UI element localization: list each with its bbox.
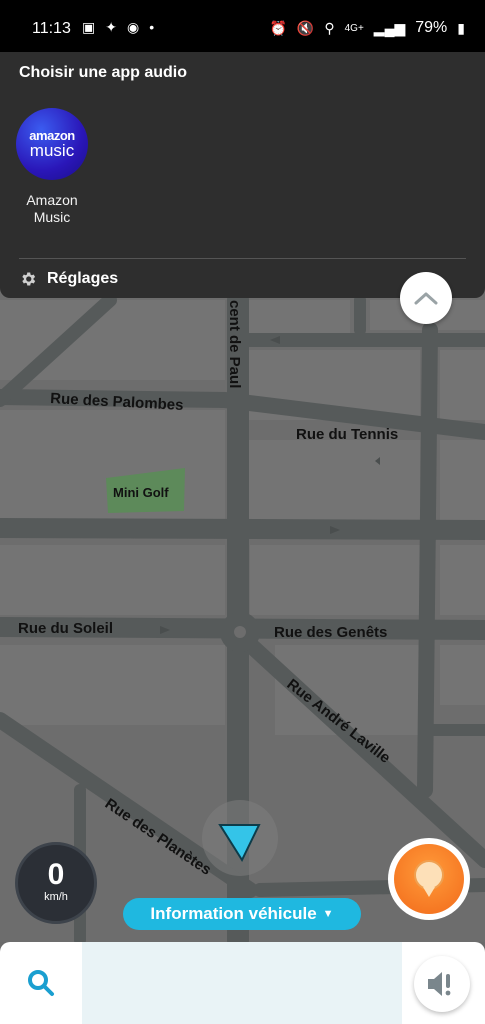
gear-icon [22,272,36,286]
speed-unit: km/h [44,891,68,903]
status-bar: 11:13 ▣ ✦ ◉ • ⏰ 🔇 ⚲ 4G+ ▂▄▆ 79% ▮ [0,0,485,52]
location-icon: ⚲ [324,19,335,36]
search-icon [28,970,54,996]
street-label: Rue du Tennis [296,426,398,443]
chevron-up-icon [414,292,438,305]
app-name-line: Amazon [26,192,78,208]
street-label: Rue du Soleil [18,620,113,637]
settings-button[interactable]: Réglages [19,270,118,288]
speaker-alert-icon [428,972,451,996]
report-pin-icon [414,860,444,897]
speedometer: 0 km/h [15,842,97,924]
app-name: Amazon Music [14,192,90,226]
logo-text: music [29,140,75,160]
bottom-bar [0,942,485,1024]
caret-down-icon: ▼ [322,908,334,920]
twitter-icon: ✦ [105,19,117,35]
report-button[interactable] [388,838,470,920]
collapse-panel-button[interactable] [400,272,452,324]
battery-icon: ▮ [457,19,465,36]
app-name-line: Music [33,209,71,225]
street-label: Rue des Genêts [274,624,387,641]
search-button[interactable] [0,942,82,1024]
notification-dot: • [149,19,155,35]
speed-value: 0 [47,858,65,891]
network-type: 4G+ [344,22,364,34]
alarm-icon: ⏰ [269,19,287,36]
chrome-icon: ◉ [126,19,140,35]
search-field[interactable] [82,942,402,1024]
mute-icon: 🔇 [296,19,315,36]
battery-level: 79% [415,19,448,36]
street-label: Mini Golf [113,485,169,500]
settings-label: Réglages [47,270,119,287]
app-tile-amazon-music[interactable]: amazon music Amazon Music [14,108,90,226]
street-label: cent de Paul [226,300,243,388]
amazon-music-logo: amazon music [16,108,88,180]
vehicle-info-banner[interactable]: Information véhicule ▼ [123,898,361,930]
gallery-icon: ▣ [82,19,96,35]
panel-title: Choisir une app audio [19,64,188,81]
vehicle-info-label: Information véhicule [150,904,317,923]
status-time: 11:13 [32,20,71,37]
divider [19,258,466,259]
signal-icon: ▂▄▆ [373,19,406,36]
audio-app-panel: Choisir une app audio amazon music Amazo… [0,52,485,298]
logo-text: amazon [29,127,75,143]
sound-settings-button[interactable] [414,956,470,1012]
